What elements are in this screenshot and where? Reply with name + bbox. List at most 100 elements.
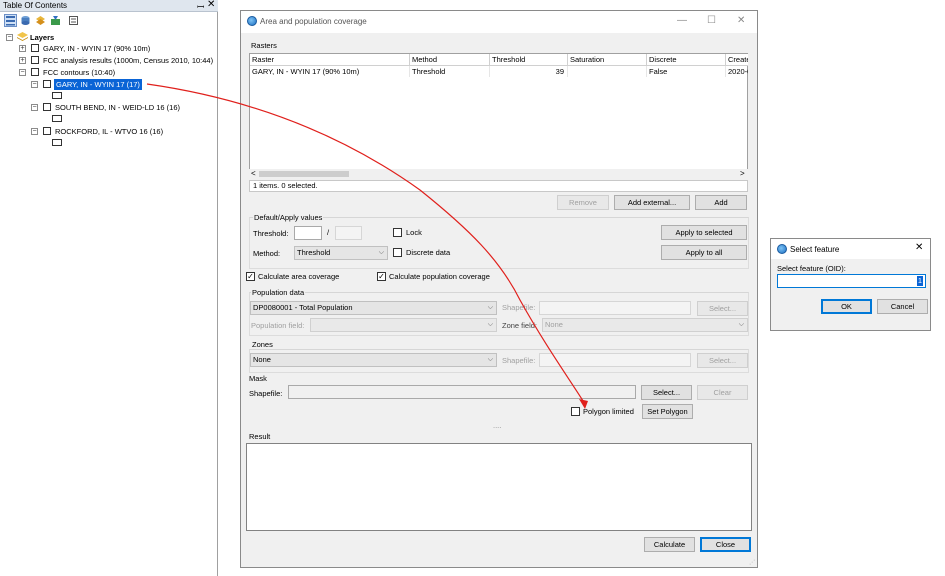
threshold-input[interactable]	[294, 226, 322, 240]
scroll-right-icon[interactable]: >	[740, 169, 745, 179]
pin-icon[interactable]: ꟷ	[197, 0, 204, 13]
set-polygon-button[interactable]: Set Polygon	[642, 404, 693, 419]
mask-select-button[interactable]: Select...	[641, 385, 692, 400]
cancel-button[interactable]: Cancel	[877, 299, 928, 314]
table-cell[interactable]: Threshold	[410, 66, 490, 77]
splitter-handle[interactable]: ....	[493, 421, 501, 430]
discrete-data-label: Discrete data	[406, 248, 451, 257]
globe-icon	[247, 16, 257, 26]
table-cell[interactable]: False	[647, 66, 726, 77]
list-by-selection-icon[interactable]	[49, 14, 62, 27]
chevron-down-icon: ⌵	[487, 304, 493, 311]
column-header[interactable]: Method	[410, 54, 490, 66]
layer-visibility-checkbox[interactable]	[31, 68, 39, 76]
layer-visibility-checkbox[interactable]	[43, 127, 51, 135]
apply-to-all-button[interactable]: Apply to all	[661, 245, 747, 260]
mask-shapefile-input[interactable]	[288, 385, 636, 399]
close-icon[interactable]: ✕	[737, 15, 745, 26]
layer-visibility-checkbox[interactable]	[31, 56, 39, 64]
add-external-button[interactable]: Add external...	[614, 195, 690, 210]
column-header[interactable]: Saturation	[568, 54, 647, 66]
population-data-label: Population data	[251, 288, 306, 297]
discrete-data-checkbox[interactable]	[393, 248, 402, 257]
rasters-grid[interactable]: Raster Method Threshold Saturation Discr…	[249, 53, 748, 179]
method-value: Threshold	[297, 248, 331, 257]
close-button[interactable]: Close	[700, 537, 751, 552]
sublayer-label: ROCKFORD, IL - WTVO 16 (16)	[55, 127, 164, 136]
result-textbox[interactable]	[246, 443, 752, 531]
list-by-visibility-icon[interactable]	[34, 14, 47, 27]
population-select-value: DP0080001 - Total Population	[253, 303, 353, 312]
sublayer-row[interactable]: − SOUTH BEND, IN - WEID-LD 16 (16)	[31, 102, 216, 113]
column-header[interactable]: Discrete	[647, 54, 726, 66]
list-by-source-icon[interactable]	[19, 14, 32, 27]
zones-shapefile-input[interactable]	[539, 353, 691, 367]
tree-root-label: Layers	[30, 33, 55, 42]
collapse-icon[interactable]: −	[31, 104, 38, 111]
lock-checkbox[interactable]	[393, 228, 402, 237]
collapse-icon[interactable]: −	[31, 128, 38, 135]
chevron-down-icon: ⌵	[378, 249, 384, 256]
calc-area-checkbox[interactable]: ✓	[246, 272, 255, 281]
column-header[interactable]: Create	[726, 54, 748, 66]
scroll-left-icon[interactable]: <	[251, 169, 256, 179]
scrollbar-thumb[interactable]	[259, 171, 349, 177]
oid-input-value: 1	[916, 276, 923, 286]
table-cell[interactable]	[568, 66, 647, 77]
column-header[interactable]: Raster	[250, 54, 410, 66]
polygon-limited-checkbox[interactable]	[571, 407, 580, 416]
polygon-limited-label: Polygon limited	[583, 407, 634, 416]
collapse-icon[interactable]: −	[6, 34, 13, 41]
sublayer-row[interactable]: − GARY, IN - WYIN 17 (17)	[31, 79, 216, 90]
collapse-icon[interactable]: −	[31, 81, 38, 88]
threshold-label: Threshold:	[253, 229, 289, 238]
ok-button[interactable]: OK	[821, 299, 872, 314]
method-select[interactable]: Threshold ⌵	[294, 246, 388, 260]
table-cell[interactable]: GARY, IN - WYIN 17 (90% 10m)	[250, 66, 410, 77]
close-icon[interactable]: ✕	[915, 242, 923, 253]
expand-icon[interactable]: +	[19, 45, 26, 52]
calculate-button[interactable]: Calculate	[644, 537, 695, 552]
expand-icon[interactable]: +	[19, 57, 26, 64]
zones-select[interactable]: None ⌵	[250, 353, 497, 367]
zone-field-label: Zone field:	[502, 321, 538, 330]
toc-toolbar	[0, 13, 218, 29]
table-cell[interactable]: 2020-0	[726, 66, 748, 77]
calc-population-checkbox[interactable]: ✓	[377, 272, 386, 281]
minimize-icon[interactable]: —	[677, 15, 687, 26]
population-select[interactable]: DP0080001 - Total Population ⌵	[250, 301, 497, 315]
list-by-drawing-order-icon[interactable]	[4, 14, 17, 27]
resize-grip-icon[interactable]: ⋰	[749, 559, 755, 566]
dialog-title: Area and population coverage	[260, 17, 367, 26]
remove-button[interactable]: Remove	[557, 195, 609, 210]
collapse-icon[interactable]: −	[19, 69, 26, 76]
maximize-icon[interactable]: ☐	[707, 15, 716, 26]
add-button[interactable]: Add	[695, 195, 747, 210]
layer-visibility-checkbox[interactable]	[43, 103, 51, 111]
layer-visibility-checkbox[interactable]	[43, 80, 51, 88]
zone-field-select[interactable]: None ⌵	[542, 318, 748, 332]
toc-titlebar: Table Of Contents ꟷ ✕	[0, 0, 218, 12]
sublayer-row[interactable]: − ROCKFORD, IL - WTVO 16 (16)	[31, 126, 216, 137]
zones-select-button[interactable]: Select...	[697, 353, 748, 368]
grid-status-text: 1 items. 0 selected.	[249, 180, 748, 192]
pop-shapefile-input[interactable]	[539, 301, 691, 315]
select-feature-oid-input[interactable]: 1	[777, 274, 926, 288]
table-cell[interactable]: 39	[490, 66, 568, 77]
column-header[interactable]: Threshold	[490, 54, 568, 66]
threshold-separator: /	[327, 228, 330, 237]
toc-title: Table Of Contents	[3, 1, 68, 10]
options-icon[interactable]	[67, 14, 80, 27]
population-field-select[interactable]: ⌵	[310, 318, 497, 332]
layer-row[interactable]: + FCC analysis results (1000m, Census 20…	[19, 55, 218, 66]
pop-select-button[interactable]: Select...	[697, 301, 748, 316]
sublayer-label-selected[interactable]: GARY, IN - WYIN 17 (17)	[54, 79, 142, 90]
horizontal-scrollbar[interactable]: < >	[249, 169, 748, 179]
layer-visibility-checkbox[interactable]	[31, 44, 39, 52]
threshold-max-input[interactable]	[335, 226, 362, 240]
layer-row[interactable]: − FCC contours (10:40)	[19, 67, 214, 78]
apply-to-selected-button[interactable]: Apply to selected	[661, 225, 747, 240]
mask-clear-button[interactable]: Clear	[697, 385, 748, 400]
layer-row[interactable]: + GARY, IN - WYIN 17 (90% 10m)	[19, 43, 214, 54]
close-icon[interactable]: ✕	[207, 0, 215, 10]
